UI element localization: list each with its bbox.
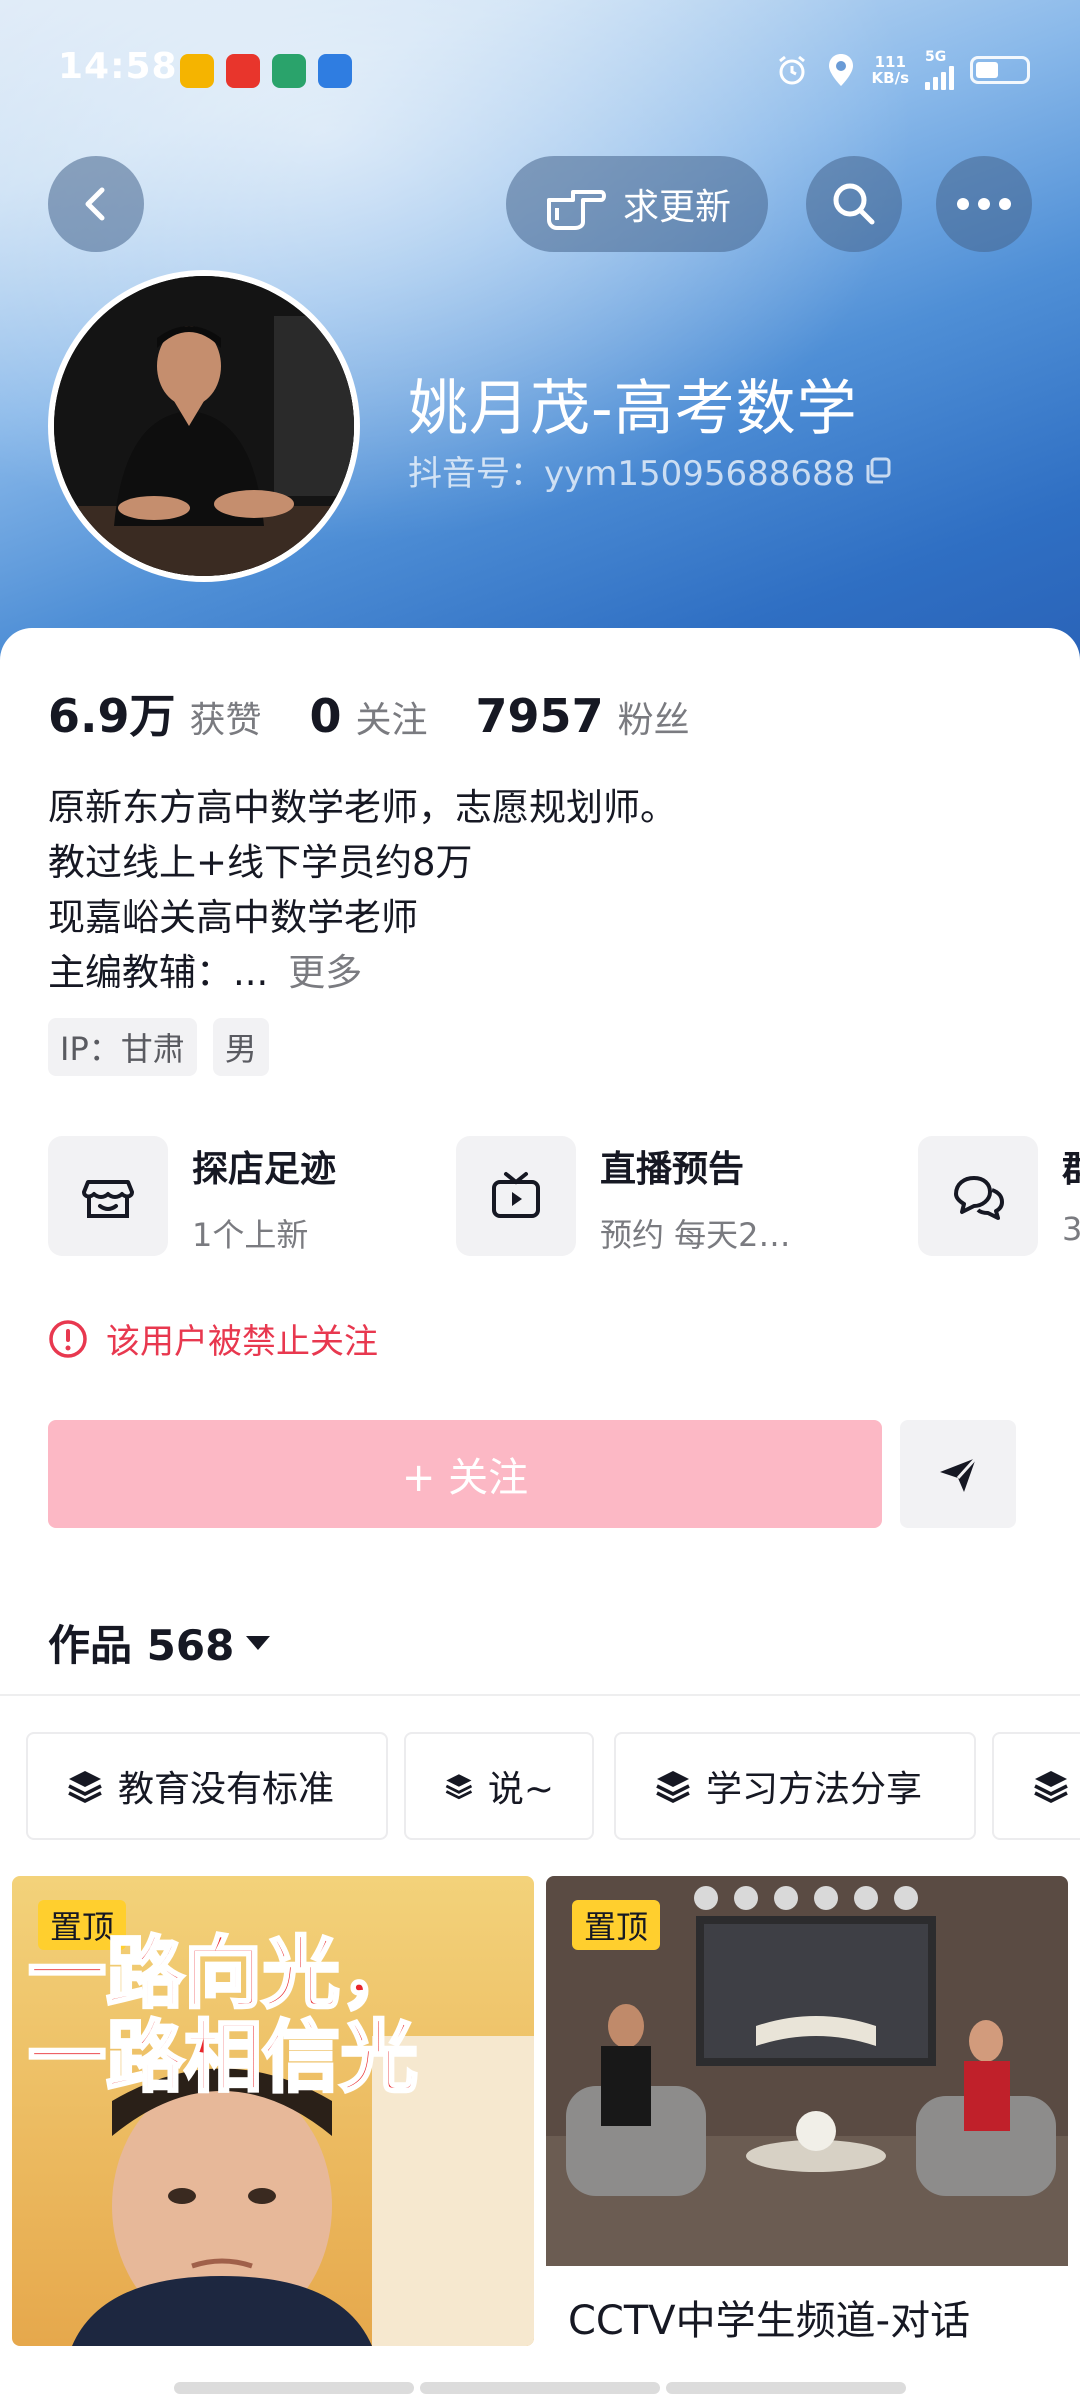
layers-icon <box>68 1771 102 1803</box>
network-type: 5G <box>925 49 947 65</box>
bio-line: 现嘉峪关高中数学老师 <box>48 896 418 939</box>
shortcut-title: 直播预告 <box>600 1149 745 1190</box>
shortcut-icon-box <box>918 1136 1038 1256</box>
network-speed: 111 KB/s <box>872 54 909 86</box>
bio-line: 主编教辅：... <box>48 951 269 994</box>
likes-count: 6.9万 <box>48 689 176 743</box>
video-thumbnail[interactable]: 置顶 一路向光， 一路相信光 <box>12 1876 534 2346</box>
likes-label: 获赞 <box>189 700 262 741</box>
app-notification-icon <box>226 54 260 88</box>
app-notification-icon <box>272 54 306 88</box>
app-notification-icon <box>318 54 352 88</box>
message-button[interactable] <box>900 1420 1016 1528</box>
follow-button[interactable]: + 关注 <box>48 1420 882 1528</box>
signal-group: 5G <box>925 50 954 90</box>
send-icon <box>940 1456 978 1492</box>
tv-play-icon <box>492 1172 540 1218</box>
headline-line-1: 一路向光， <box>26 1929 419 2019</box>
bio-line-last: 主编教辅：... 更多 <box>48 945 677 1000</box>
battery-icon <box>970 56 1030 84</box>
follow-banned-warning: 该用户被禁止关注 <box>48 1314 378 1363</box>
back-arrow-icon <box>85 187 105 221</box>
layers-icon <box>445 1774 473 1800</box>
collection-label: 说~ <box>487 1769 554 1810</box>
warning-icon <box>49 1319 87 1358</box>
more-icon <box>957 198 1011 210</box>
stats-row: 6.9万 获赞 0 关注 7957 粉丝 <box>48 680 738 746</box>
signal-icon <box>925 64 954 90</box>
shortcut-icon-box <box>48 1136 168 1256</box>
location-icon <box>828 54 853 86</box>
followers-label[interactable]: 粉丝 <box>618 691 690 743</box>
collection-chip[interactable]: 学习方法分享 <box>614 1732 976 1840</box>
shortcut-subtitle: 3 <box>1062 1210 1080 1248</box>
app-notification-icon <box>180 54 214 88</box>
video-thumbnail[interactable]: 置顶 CCTV中学生频道-对话 <box>546 1876 1068 2346</box>
gesture-bar <box>0 2382 1080 2400</box>
collection-label: 教育没有标准 <box>118 1769 335 1810</box>
collections-row: 教育没有标准 说~ 学习方法分享 <box>26 1732 1080 1840</box>
more-button[interactable] <box>936 156 1032 252</box>
notification-icons <box>180 54 352 88</box>
back-button[interactable] <box>48 156 144 252</box>
shortcut-group-chat[interactable]: 群 3 <box>918 1136 1080 1256</box>
bio-line: 原新东方高中数学老师，志愿规划师。 <box>48 786 677 829</box>
pinned-badge: 置顶 <box>572 1900 661 1950</box>
bio-line: 教过线上+线下学员约8万 <box>48 841 473 884</box>
bio-more-link[interactable]: 更多 <box>288 951 362 994</box>
works-tab[interactable]: 作品 568 <box>48 1612 272 1673</box>
works-label: 作品 568 <box>48 1621 235 1670</box>
video-headline: 一路向光， 一路相信光 <box>26 1929 419 2103</box>
following-label[interactable]: 关注 <box>356 691 428 743</box>
video-caption: CCTV中学生频道-对话 <box>546 2266 1068 2346</box>
caret-down-icon <box>246 1635 271 1650</box>
chat-bubble-icon <box>954 1176 1004 1220</box>
layers-icon <box>1034 1771 1068 1803</box>
search-icon <box>833 183 875 225</box>
profile-page: 14:58 111 KB/s 5G 求更新 姚月茂-高考数学 抖音号：yym15… <box>0 0 1080 2400</box>
profile-bio: 原新东方高中数学老师，志愿规划师。 教过线上+线下学员约8万 现嘉峪关高中数学老… <box>48 780 677 1000</box>
copy-icon[interactable] <box>863 456 893 486</box>
douyin-id-text: 抖音号：yym15095688688 <box>408 454 856 494</box>
following-count[interactable]: 0 <box>310 689 342 743</box>
shortcut-title: 群 <box>1062 1140 1080 1192</box>
profile-tags: IP：甘肃 男 <box>48 1018 269 1076</box>
ip-location-tag: IP：甘肃 <box>48 1018 197 1076</box>
avatar[interactable] <box>48 270 360 582</box>
profile-name: 姚月茂-高考数学 <box>408 374 858 444</box>
collection-chip[interactable]: 教育没有标准 <box>26 1732 388 1840</box>
status-right: 111 KB/s 5G <box>774 50 1030 90</box>
profile-shortcuts: 探店足迹 1个上新 直播预告 预约 每天2… 群 3 <box>48 1136 1080 1260</box>
warning-text: 该用户被禁止关注 <box>106 1322 378 1362</box>
collection-label: 学习方法分享 <box>706 1769 923 1810</box>
status-bar: 14:58 111 KB/s 5G <box>0 40 1080 100</box>
speed-value: 111 <box>874 53 906 71</box>
avatar-image <box>54 276 354 576</box>
gender-tag: 男 <box>212 1018 269 1076</box>
shortcut-subtitle: 预约 每天2… <box>600 1216 791 1254</box>
store-icon <box>82 1180 134 1218</box>
collection-chip[interactable] <box>992 1732 1080 1840</box>
shortcut-store-visits[interactable]: 探店足迹 1个上新 <box>48 1136 336 1256</box>
douyin-id[interactable]: 抖音号：yym15095688688 <box>408 446 893 495</box>
avatar-photo <box>54 276 354 576</box>
shortcut-subtitle: 1个上新 <box>192 1216 309 1254</box>
collection-chip[interactable]: 说~ <box>404 1732 594 1840</box>
followers-count[interactable]: 7957 <box>476 689 604 743</box>
request-update-label: 求更新 <box>622 187 731 228</box>
speed-unit: KB/s <box>871 69 909 87</box>
status-time: 14:58 <box>58 46 178 87</box>
shortcut-title: 探店足迹 <box>192 1149 337 1190</box>
search-button[interactable] <box>806 156 902 252</box>
shortcut-live-preview[interactable]: 直播预告 预约 每天2… <box>456 1136 791 1256</box>
request-update-button[interactable]: 求更新 <box>506 156 768 252</box>
alarm-icon <box>778 55 805 85</box>
layers-icon <box>656 1771 690 1803</box>
section-divider <box>0 1694 1080 1696</box>
shortcut-icon-box <box>456 1136 576 1256</box>
headline-line-2: 一路相信光 <box>26 2013 419 2103</box>
pointing-hand-icon <box>546 190 606 230</box>
